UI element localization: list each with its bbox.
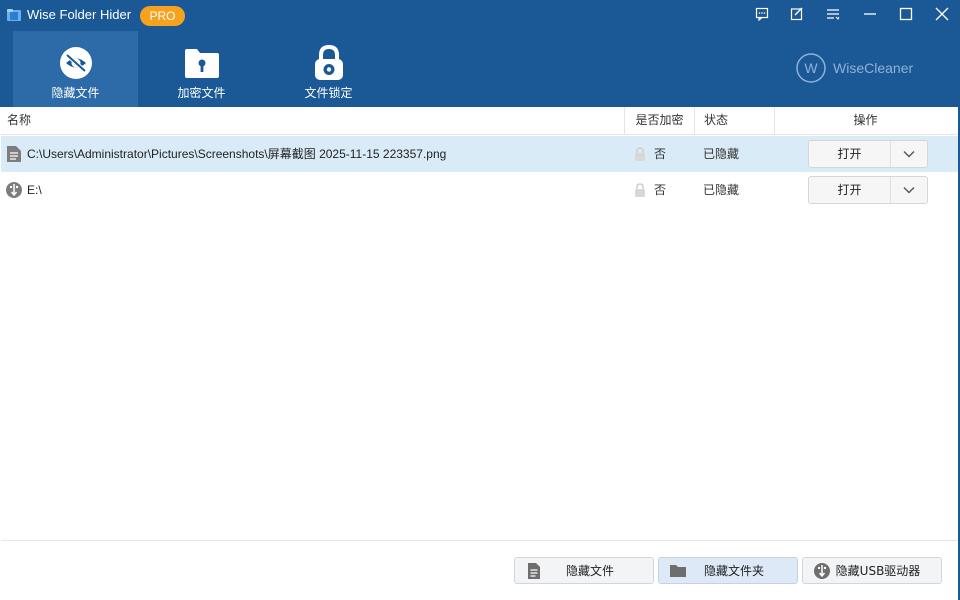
file-path: E:\ xyxy=(27,183,42,197)
pro-badge: PRO xyxy=(140,6,185,26)
file-icon xyxy=(528,563,540,579)
bottom-divider xyxy=(1,540,958,541)
tab-hide-file[interactable]: 隐藏文件 xyxy=(13,31,138,107)
table-row[interactable]: C:\Users\Administrator\Pictures\Screensh… xyxy=(1,136,958,172)
folder-lock-icon xyxy=(183,44,221,82)
brand-text: WiseCleaner xyxy=(833,60,914,76)
lock-icon xyxy=(635,147,645,161)
hide-file-button[interactable]: 隐藏文件 xyxy=(514,557,654,584)
file-icon xyxy=(7,146,21,162)
encrypted-value: 否 xyxy=(654,183,667,197)
brand-logo: W WiseCleaner xyxy=(795,52,913,84)
title-bar: Wise Folder Hider PRO xyxy=(0,0,960,30)
tab-label: 加密文件 xyxy=(177,86,226,100)
header-bar: Wise Folder Hider PRO 隐藏文件 加密文件 文件锁定 W W… xyxy=(0,0,960,107)
open-button-label: 打开 xyxy=(809,141,891,167)
close-icon[interactable] xyxy=(928,3,956,25)
tab-label: 文件锁定 xyxy=(304,86,353,100)
column-header-name[interactable]: 名称 xyxy=(1,107,625,135)
open-button-label: 打开 xyxy=(809,177,891,203)
encrypted-value: 否 xyxy=(654,147,667,161)
brand-mark: W xyxy=(804,60,818,76)
hide-usb-button[interactable]: 隐藏USB驱动器 xyxy=(802,557,942,584)
hide-folder-button[interactable]: 隐藏文件夹 xyxy=(658,557,798,584)
folder-icon xyxy=(670,565,686,577)
column-header-status[interactable]: 状态 xyxy=(695,107,775,135)
usb-drive-icon xyxy=(6,182,22,198)
minimize-icon[interactable] xyxy=(856,3,884,25)
table-row[interactable]: E:\ 否 已隐藏 打开 xyxy=(1,172,958,208)
open-button[interactable]: 打开 xyxy=(808,176,928,204)
padlock-icon xyxy=(310,44,348,82)
column-header-encrypted[interactable]: 是否加密 xyxy=(625,107,695,135)
column-header-action[interactable]: 操作 xyxy=(775,107,956,135)
open-button[interactable]: 打开 xyxy=(808,140,928,168)
app-logo-icon xyxy=(7,9,21,21)
usb-drive-icon xyxy=(814,563,830,579)
feedback-icon[interactable] xyxy=(748,3,776,25)
menu-icon[interactable] xyxy=(819,3,847,25)
maximize-icon[interactable] xyxy=(892,3,920,25)
chevron-down-icon[interactable] xyxy=(891,177,927,203)
app-title: Wise Folder Hider xyxy=(27,7,132,22)
tab-label: 隐藏文件 xyxy=(51,86,100,100)
tab-encrypt-file[interactable]: 加密文件 xyxy=(139,31,264,107)
eye-slash-icon xyxy=(57,44,95,82)
tab-file-lock[interactable]: 文件锁定 xyxy=(266,31,391,107)
table-header: 名称 是否加密 状态 操作 xyxy=(1,107,958,135)
status-value: 已隐藏 xyxy=(703,147,740,161)
lock-icon xyxy=(635,183,645,197)
chevron-down-icon[interactable] xyxy=(891,141,927,167)
wisecleaner-logo-icon: W xyxy=(796,53,826,83)
file-path: C:\Users\Administrator\Pictures\Screensh… xyxy=(27,147,447,161)
edit-icon[interactable] xyxy=(783,3,811,25)
status-value: 已隐藏 xyxy=(703,183,740,197)
